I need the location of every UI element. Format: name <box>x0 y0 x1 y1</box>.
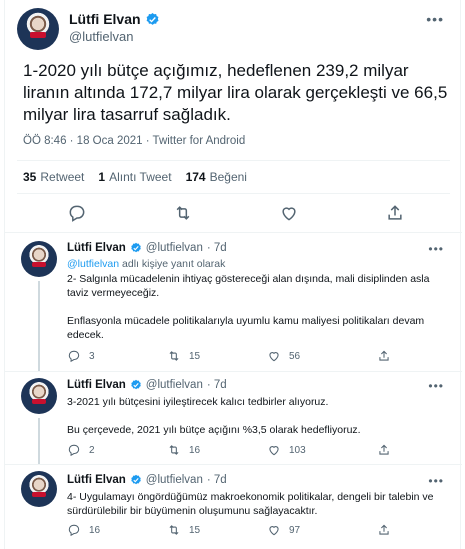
share-icon <box>379 524 389 535</box>
retweet-icon <box>169 525 179 535</box>
retweets-stat[interactable]: 35 Retweet <box>23 170 84 184</box>
verified-badge-icon <box>131 474 141 485</box>
avatar[interactable] <box>21 471 57 507</box>
reply-action[interactable]: 16 <box>67 523 100 537</box>
tweet-actions <box>5 203 462 225</box>
thread-line <box>38 281 40 371</box>
author-name[interactable]: Lütfi Elvan <box>67 242 126 254</box>
like-icon <box>269 526 279 536</box>
retweet-icon[interactable] <box>173 203 193 223</box>
share-action[interactable] <box>377 443 391 457</box>
divider <box>17 193 450 194</box>
divider <box>5 464 462 465</box>
reply-actions: 2 16 103 <box>67 443 427 459</box>
tweet-age[interactable]: · 7d <box>207 379 227 391</box>
tweet-age[interactable]: · 7d <box>207 242 227 254</box>
tweet-age[interactable]: · 7d <box>207 474 227 486</box>
like-action[interactable]: 97 <box>267 523 300 537</box>
like-action[interactable]: 56 <box>267 349 300 363</box>
retweet-action[interactable]: 15 <box>167 523 200 537</box>
reply-header: Lütfi Elvan @lutfielvan · 7d <box>67 379 227 391</box>
share-icon[interactable] <box>385 203 405 223</box>
reply-header: Lütfi Elvan @lutfielvan · 7d <box>67 242 227 254</box>
author-handle[interactable]: @lutfielvan <box>69 29 134 44</box>
like-icon[interactable] <box>279 203 299 223</box>
tweet-timestamp[interactable]: ÖÖ 8:46 · 18 Oca 2021 · Twitter for Andr… <box>23 135 245 147</box>
like-icon <box>269 352 279 362</box>
verified-badge-icon <box>131 242 141 253</box>
avatar[interactable] <box>17 8 59 50</box>
replying-to-user[interactable]: @lutfielvan <box>67 258 119 270</box>
reply-icon <box>68 524 80 537</box>
reply-actions: 16 15 97 <box>67 523 427 539</box>
reply-icon <box>68 350 80 363</box>
quote-tweets-stat[interactable]: 1 Alıntı Tweet <box>98 170 171 184</box>
replying-to: @lutfielvan adlı kişiye yanıt olarak <box>67 258 226 270</box>
reply-text: 2- Salgınla mücadelenin ihtiyaç gösterec… <box>67 273 430 341</box>
share-action[interactable] <box>377 523 391 537</box>
like-icon <box>269 446 279 456</box>
retweet-action[interactable]: 16 <box>167 443 200 457</box>
share-action[interactable] <box>377 349 391 363</box>
divider <box>5 232 462 233</box>
more-options-icon[interactable]: ••• <box>428 474 444 488</box>
author-handle[interactable]: @lutfielvan <box>146 474 203 486</box>
author-name[interactable]: Lütfi Elvan <box>67 379 126 391</box>
author-name[interactable]: Lütfi Elvan <box>67 474 126 486</box>
more-options-icon[interactable]: ••• <box>428 242 444 256</box>
reply-actions: 3 15 56 <box>67 349 427 365</box>
tweet-text: 1-2020 yılı bütçe açığımız, hedeflenen 2… <box>23 61 448 124</box>
retweet-icon <box>169 445 179 455</box>
reply-icon <box>68 444 80 457</box>
verified-badge-icon <box>146 12 159 25</box>
reply-action[interactable]: 2 <box>67 443 95 457</box>
tweet-thread: Lütfi Elvan @lutfielvan ••• 1-2020 yılı … <box>4 0 462 549</box>
author-name[interactable]: Lütfi Elvan <box>69 11 160 27</box>
reply-icon[interactable] <box>67 203 87 223</box>
divider <box>5 371 462 372</box>
verified-badge-icon <box>131 379 141 390</box>
reply-action[interactable]: 3 <box>67 349 95 363</box>
reply-text: 3-2021 yılı bütçesini iyileştirecek kalı… <box>67 396 361 436</box>
reply-text: 4- Uygulamayı öngördüğümüz makroekonomik… <box>67 491 434 517</box>
share-icon <box>379 350 389 361</box>
tweet-stats: 35 Retweet 1 Alıntı Tweet 174 Beğeni <box>23 170 247 184</box>
retweet-action[interactable]: 15 <box>167 349 200 363</box>
share-icon <box>379 444 389 455</box>
avatar[interactable] <box>21 378 57 414</box>
author-handle[interactable]: @lutfielvan <box>146 242 203 254</box>
thread-line <box>38 418 40 464</box>
more-options-icon[interactable]: ••• <box>428 379 444 393</box>
reply-header: Lütfi Elvan @lutfielvan · 7d <box>67 474 227 486</box>
like-action[interactable]: 103 <box>267 443 306 457</box>
divider <box>17 160 450 161</box>
retweet-icon <box>169 351 179 361</box>
more-options-icon[interactable]: ••• <box>426 11 444 27</box>
avatar[interactable] <box>21 241 57 277</box>
likes-stat[interactable]: 174 Beğeni <box>186 170 247 184</box>
author-handle[interactable]: @lutfielvan <box>146 379 203 391</box>
